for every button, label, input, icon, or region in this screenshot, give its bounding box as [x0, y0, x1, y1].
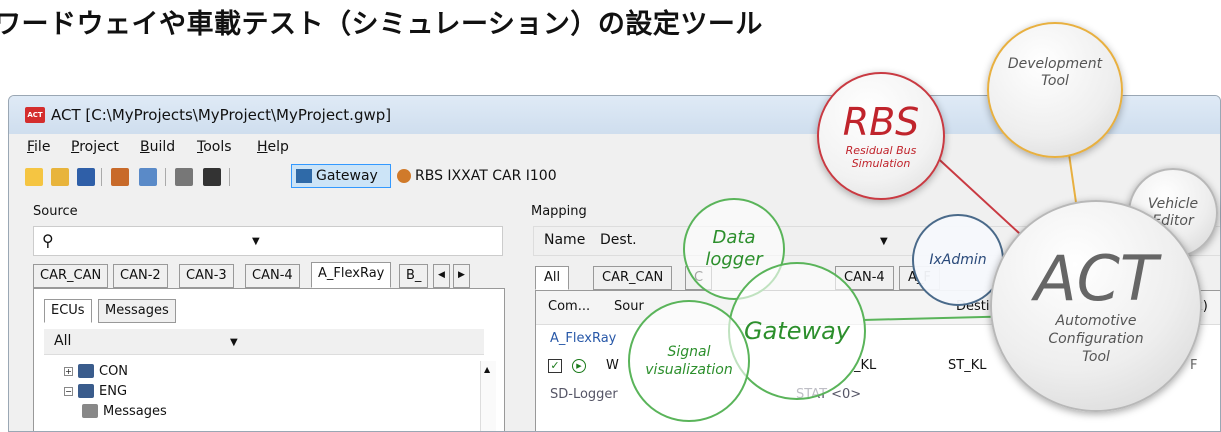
tree-item-label: ENG: [99, 383, 128, 399]
rbs-bubble-line-1: Residual Bus: [845, 143, 917, 157]
chevron-down-icon[interactable]: ▼: [252, 236, 260, 247]
scroll-up-icon[interactable]: ▲: [484, 365, 490, 374]
tab-b[interactable]: B_: [399, 264, 429, 288]
row-dest-cell: ST_KL: [948, 358, 987, 373]
tree-scrollbar[interactable]: ▲: [480, 361, 496, 431]
tree-item-eng[interactable]: − ENG: [64, 381, 127, 401]
menu-file[interactable]: File: [27, 139, 50, 155]
gateway-button[interactable]: Gateway: [291, 164, 391, 188]
source-content: ECUs Messages All ▼ + CON − ENG Messages…: [33, 288, 505, 431]
dev-tool-bubble: Development Tool: [987, 22, 1123, 158]
tab-scroll-right-icon[interactable]: ▶: [453, 264, 470, 288]
row-flag-cell: F: [1190, 358, 1198, 373]
ecu-icon: [78, 364, 94, 378]
menu-tools[interactable]: Tools: [197, 139, 232, 155]
act-bubble: ACT Automotive Configuration Tool: [990, 200, 1202, 412]
tab-car-can[interactable]: CAR_CAN: [33, 264, 109, 288]
col-comment[interactable]: Com...: [548, 299, 590, 314]
search-icon: ⚲: [42, 231, 54, 250]
window-title: ACT [C:\MyProjects\MyProject\MyProject.g…: [51, 106, 392, 124]
ecu-icon: [78, 384, 94, 398]
row-source-cell: W: [606, 358, 619, 373]
gateway-bubble: Gateway: [728, 262, 866, 400]
act-bubble-line-1: Automotive: [1055, 313, 1137, 329]
tab-can-4[interactable]: CAN-4: [245, 264, 300, 288]
mapping-filter-name[interactable]: Name: [544, 232, 585, 248]
ecu-filter-value: All: [54, 333, 72, 349]
download-icon[interactable]: [203, 168, 221, 186]
dev-bubble-line-2: Tool: [1041, 73, 1069, 89]
rbs-icon: [397, 169, 411, 183]
source-label: Source: [33, 204, 78, 219]
gateway-bubble-title: Gateway: [743, 317, 851, 345]
expand-icon[interactable]: +: [64, 366, 73, 376]
tree-item-label: CON: [99, 363, 129, 379]
rbs-bubble-line-2: Simulation: [851, 156, 911, 170]
rbs-bubble-title: RBS: [842, 99, 920, 144]
chevron-down-icon[interactable]: ▼: [880, 236, 888, 247]
act-bubble-title: ACT: [1034, 242, 1158, 315]
data-logger-line-1: Data: [712, 227, 756, 248]
col-source[interactable]: Sour: [614, 299, 644, 314]
menu-project[interactable]: Project: [71, 139, 119, 155]
tab-ecus[interactable]: ECUs: [44, 299, 92, 323]
collapse-icon[interactable]: −: [64, 386, 73, 396]
source-search-combo[interactable]: ⚲ ▼: [33, 226, 503, 256]
signal-bubble-line-2: visualization: [645, 362, 733, 378]
menu-build[interactable]: Build: [140, 139, 175, 155]
toolbar: Gateway RBS IXXAT CAR I100: [9, 160, 1220, 192]
signal-bubble-line-1: Signal: [667, 344, 711, 360]
tab-all[interactable]: All: [535, 266, 570, 290]
app-logo-icon: ACT: [25, 107, 45, 123]
ecu-filter-combo[interactable]: All ▼: [44, 329, 484, 355]
mapping-filter-dest[interactable]: Dest.: [600, 232, 637, 248]
toolbar-separator: [101, 168, 102, 186]
chevron-down-icon[interactable]: ▼: [230, 337, 238, 348]
rbs-bubble: RBS Residual Bus Simulation: [817, 72, 945, 200]
mapping-label: Mapping: [531, 204, 587, 219]
new-file-icon[interactable]: [25, 168, 43, 186]
act-bubble-line-2: Configuration: [1048, 331, 1144, 347]
row-checkbox[interactable]: ✓: [548, 359, 562, 373]
toolbar-separator: [165, 168, 166, 186]
gateway-icon: [296, 169, 312, 183]
logger-row: SD-Logger: [550, 387, 618, 402]
tab-can-3[interactable]: CAN-3: [179, 264, 234, 288]
save-icon[interactable]: [77, 168, 95, 186]
menu-help[interactable]: Help: [257, 139, 289, 155]
tree-item-con[interactable]: + CON: [64, 361, 128, 381]
toolbar-separator: [229, 168, 230, 186]
data-logger-line-2: logger: [705, 249, 763, 270]
source-tabs: CAR_CAN CAN-2 CAN-3 CAN-4 A_FlexRay B_ ◀…: [33, 262, 511, 288]
play-icon[interactable]: ▶: [572, 359, 586, 373]
rbs-button[interactable]: RBS IXXAT CAR I100: [397, 164, 557, 188]
ixadmin-bubble-title: IxAdmin: [929, 252, 987, 268]
open-folder-icon[interactable]: [51, 168, 69, 186]
calendar-icon[interactable]: [175, 168, 193, 186]
tab-can-2[interactable]: CAN-2: [113, 264, 168, 288]
tab-car-can[interactable]: CAR_CAN: [593, 266, 673, 290]
source-panel: Source ⚲ ▼ CAR_CAN CAN-2 CAN-3 CAN-4 A_F…: [29, 204, 514, 431]
group-a-flexray: A_FlexRay: [550, 331, 617, 346]
page-headline: ワードウェイや車載テスト（シミュレーション）の設定ツール: [0, 9, 763, 40]
tree-item-messages[interactable]: Messages: [82, 401, 167, 421]
tab-messages[interactable]: Messages: [98, 299, 176, 323]
gateway-button-label: Gateway: [316, 168, 378, 184]
messages-icon: [82, 404, 98, 418]
rbs-button-label: RBS IXXAT CAR I100: [415, 168, 557, 184]
tab-a-flexray[interactable]: A_FlexRay: [311, 262, 392, 288]
properties-icon[interactable]: [139, 168, 157, 186]
vehicle-bubble-line-1: Vehicle: [1147, 196, 1199, 212]
signal-visualization-bubble: Signal visualization: [628, 300, 750, 422]
tree-item-label: Messages: [103, 403, 167, 419]
dev-bubble-line-1: Development: [1007, 56, 1103, 72]
build-icon[interactable]: [111, 168, 129, 186]
act-bubble-line-3: Tool: [1082, 349, 1110, 365]
tab-scroll-left-icon[interactable]: ◀: [433, 264, 450, 288]
